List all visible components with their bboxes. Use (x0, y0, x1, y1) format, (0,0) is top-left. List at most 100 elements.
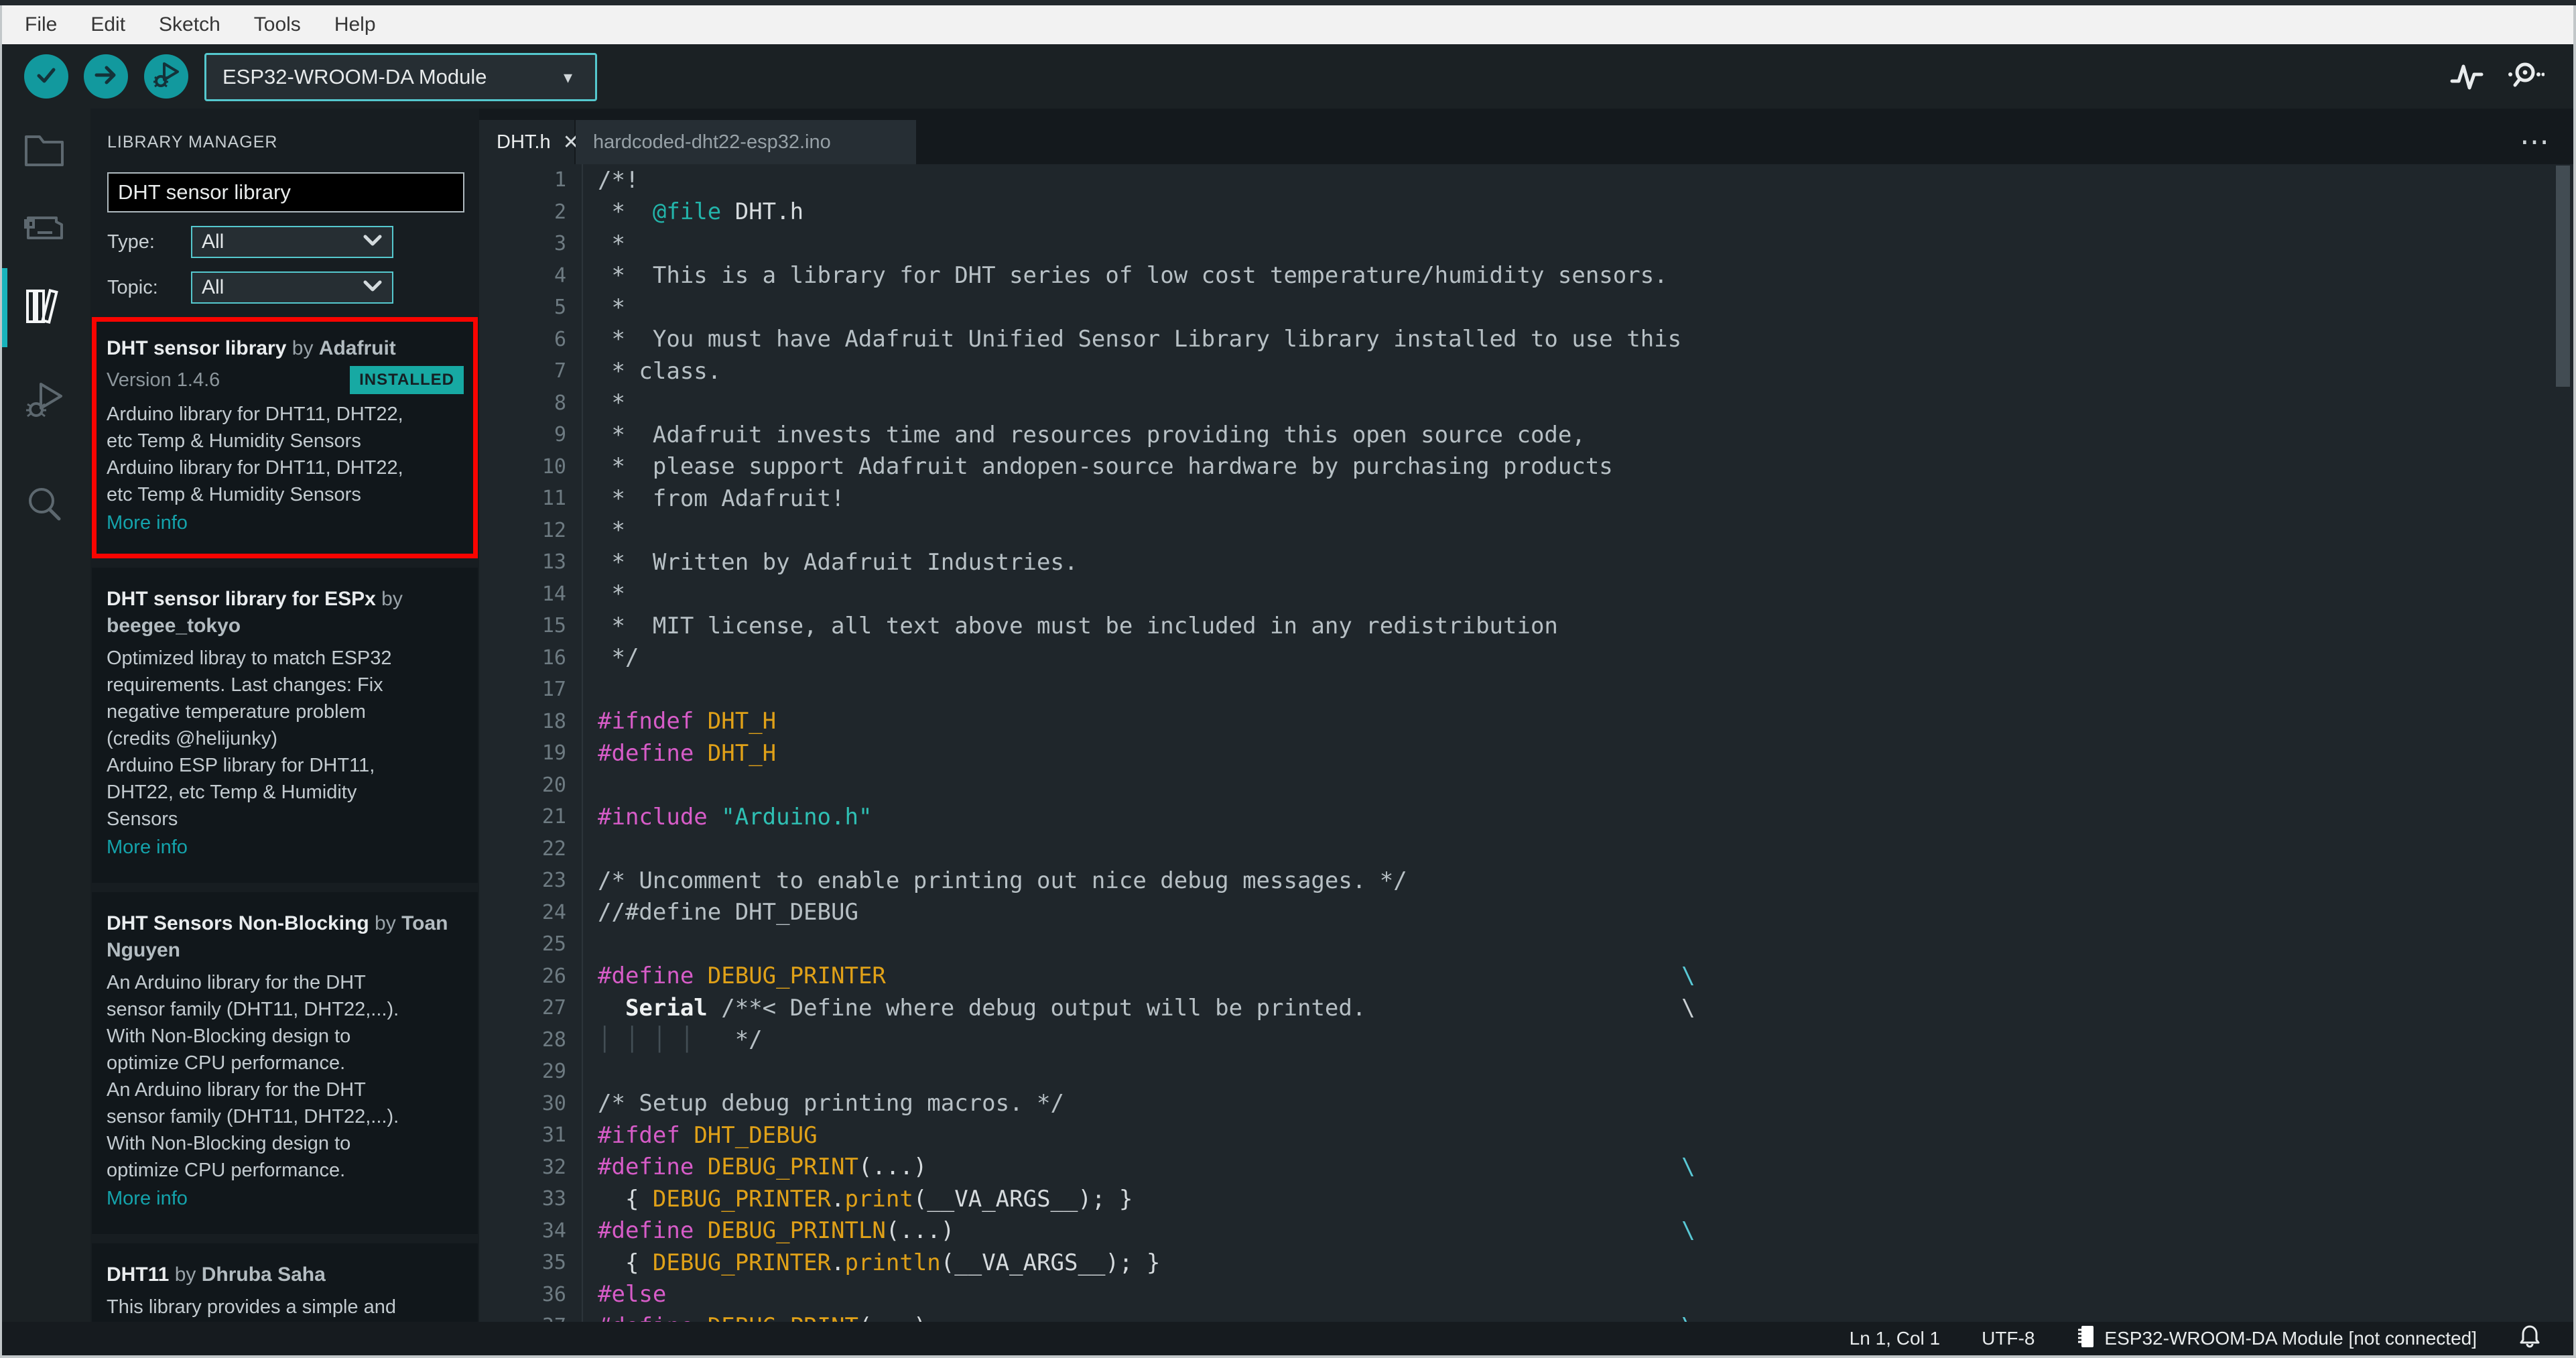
upload-button[interactable] (84, 54, 128, 99)
sidebar-item-boards-manager[interactable] (22, 208, 66, 252)
menu-tools[interactable]: Tools (237, 13, 318, 36)
sidebar-item-search[interactable] (22, 484, 66, 528)
library-card-title: DHT sensor library for ESPx by beegee_to… (107, 588, 403, 637)
code-line: 31 #ifdef DHT_DEBUG (479, 1119, 2573, 1152)
library-card-version: Version 1.4.6 (107, 369, 220, 391)
tab-label: hardcoded-dht22-esp32.ino (593, 131, 831, 153)
start-debugging-button[interactable] (144, 54, 188, 99)
type-filter-select[interactable]: All (191, 226, 393, 258)
line-number: 18 (541, 709, 566, 733)
waveform-icon (2449, 61, 2484, 94)
tab-bar: DHT.h ✕ hardcoded-dht22-esp32.ino ⋯ (479, 109, 2573, 164)
code-line: 37#define DEBUG_PRINT(...) \ (479, 1310, 2573, 1322)
library-card-description: Arduino library for DHT11, DHT22, etc Te… (107, 404, 403, 505)
status-encoding: UTF-8 (1982, 1328, 2035, 1349)
code-line: 27 Serial /**< Define where debug output… (479, 992, 2573, 1024)
line-number: 36 (541, 1282, 566, 1306)
line-number: 16 (541, 645, 566, 670)
code-line: 32 #define DEBUG_PRINT(...) \ (479, 1151, 2573, 1183)
more-info-link[interactable]: More info (107, 1185, 464, 1212)
topic-filter-label: Topic: (107, 276, 158, 298)
code-line: 3 * (479, 228, 2573, 260)
tab-sketch-ino[interactable]: hardcoded-dht22-esp32.ino (576, 120, 916, 164)
line-number: 30 (541, 1091, 566, 1115)
books-icon (23, 286, 65, 330)
code-line: 30/* Setup debug printing macros. */ (479, 1087, 2573, 1119)
library-card[interactable]: DHT sensor library by Adafruit Version 1… (92, 317, 478, 558)
library-card-description: Optimized libray to match ESP32 requirem… (107, 647, 392, 830)
code-line: 17 (479, 674, 2573, 706)
menu-sketch[interactable]: Sketch (142, 13, 237, 36)
folder-icon (23, 133, 65, 172)
line-number: 1 (554, 168, 566, 192)
code-line: 29 (479, 1056, 2573, 1088)
code-line: 8 * (479, 387, 2573, 419)
line-number: 25 (541, 932, 566, 956)
activity-bar (2, 109, 90, 1322)
line-number: 11 (541, 487, 566, 511)
line-number: 4 (554, 263, 566, 288)
line-number: 23 (541, 869, 566, 893)
line-number: 19 (541, 741, 566, 765)
type-filter-value: All (202, 231, 224, 253)
sidebar-item-library-manager[interactable] (22, 286, 66, 330)
code-line: 15 * MIT license, all text above must be… (479, 610, 2573, 642)
menu-help[interactable]: Help (318, 13, 393, 36)
code-line: 7 * class. (479, 355, 2573, 387)
status-board[interactable]: ESP32-WROOM-DA Module [not connected] (2076, 1324, 2477, 1354)
library-card-title: DHT Sensors Non-Blocking by Toan Nguyen (107, 912, 448, 961)
window-bottom-edge (0, 1355, 2576, 1358)
topic-filter-row: Topic: All (107, 271, 479, 304)
menu-edit[interactable]: Edit (74, 13, 142, 36)
bug-play-icon (152, 61, 180, 92)
code-line: 2 * @file DHT.h (479, 196, 2573, 228)
chip-board-icon (23, 211, 66, 249)
active-tab-indicator (2, 268, 7, 347)
tab-dht-h[interactable]: DHT.h ✕ (479, 120, 580, 164)
library-card[interactable]: DHT Sensors Non-Blocking by Toan Nguyen … (92, 892, 478, 1234)
code-line: 14 * (479, 578, 2573, 610)
library-card[interactable]: DHT11 by Dhruba Saha This library provid… (92, 1243, 478, 1322)
line-number: 35 (541, 1251, 566, 1275)
panel-title: LIBRARY MANAGER (107, 133, 278, 151)
code-line: 6 * You must have Adafruit Unified Senso… (479, 323, 2573, 355)
window-top-edge (0, 0, 2576, 5)
line-number: 32 (541, 1155, 566, 1179)
tab-label: DHT.h (497, 131, 551, 153)
line-number: 7 (554, 359, 566, 383)
code-editor[interactable]: 1/*! 2 * @file DHT.h 3 * 4 * This is a libr… (479, 164, 2573, 1322)
bug-icon (23, 381, 65, 424)
code-line: 13 * Written by Adafruit Industries. (479, 546, 2573, 578)
notifications-button[interactable] (2518, 1324, 2549, 1354)
chevron-down-icon (363, 234, 383, 251)
library-search-input[interactable] (107, 172, 464, 212)
line-number: 24 (541, 900, 566, 924)
code-line: 10 * please support Adafruit andopen-sou… (479, 450, 2573, 483)
library-card[interactable]: DHT sensor library for ESPx by beegee_to… (92, 568, 478, 883)
serial-plotter-button[interactable] (2447, 58, 2486, 97)
line-number: 27 (541, 996, 566, 1020)
more-actions-button[interactable]: ⋯ (2520, 125, 2551, 159)
sidebar-item-debug[interactable] (22, 380, 66, 424)
verify-button[interactable] (24, 54, 68, 99)
type-filter-label: Type: (107, 231, 155, 253)
type-filter-row: Type: All (107, 226, 479, 258)
more-info-link[interactable]: More info (107, 834, 464, 861)
line-number: 22 (541, 837, 566, 861)
line-number: 13 (541, 550, 566, 574)
menu-bar: File Edit Sketch Tools Help (0, 5, 2576, 44)
code-line: 34 #define DEBUG_PRINTLN(...) \ (479, 1215, 2573, 1247)
sidebar-item-sketchbook[interactable] (22, 130, 66, 174)
board-selector[interactable]: ESP32-WROOM-DA Module ▾ (204, 53, 597, 101)
topic-filter-select[interactable]: All (191, 271, 393, 304)
line-number: 14 (541, 582, 566, 606)
line-number: 29 (541, 1060, 566, 1084)
line-number: 8 (554, 391, 566, 415)
line-number: 9 (554, 423, 566, 447)
line-number: 34 (541, 1219, 566, 1243)
menu-file[interactable]: File (8, 13, 74, 36)
code-line: 22 (479, 832, 2573, 865)
more-info-link[interactable]: More info (107, 509, 464, 536)
editor-scrollbar[interactable] (2556, 166, 2570, 387)
serial-monitor-button[interactable] (2506, 58, 2545, 97)
